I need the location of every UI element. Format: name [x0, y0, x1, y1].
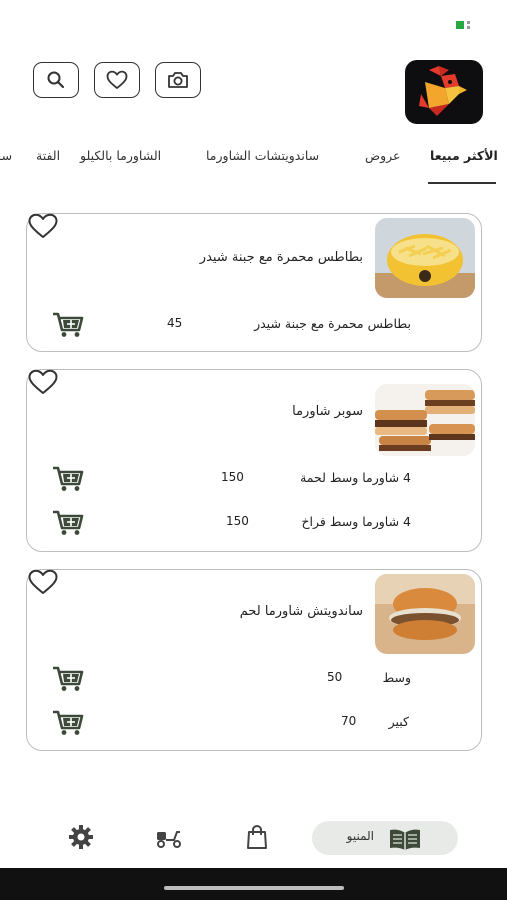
product-variant-row: 50 وسط [27, 664, 483, 694]
delivery-scooter-icon[interactable] [154, 824, 184, 850]
category-tabs: الأكثر مبيعا عروض ساندويتشات الشاورما ال… [0, 148, 507, 188]
add-to-cart-icon[interactable] [51, 310, 85, 338]
shopping-bag-icon[interactable] [242, 824, 272, 850]
variant-price: 150 [226, 514, 249, 528]
product-image-super-shawarma [375, 384, 475, 456]
camera-button[interactable] [155, 62, 201, 98]
add-to-cart-icon[interactable] [51, 464, 85, 492]
product-card[interactable]: بطاطس محمرة مع جبنة شيدر 45 بطاطس محمرة … [26, 213, 482, 352]
tab-offers[interactable]: عروض [365, 148, 401, 163]
add-to-cart-icon[interactable] [51, 664, 85, 692]
variant-name: 4 شاورما وسط فراخ [301, 514, 411, 529]
nav-menu-label: المنيو [346, 829, 374, 843]
variant-price: 45 [167, 316, 183, 330]
tab-shawarma-sandwiches[interactable]: ساندويتشات الشاورما [206, 148, 319, 163]
add-to-cart-icon[interactable] [51, 708, 85, 736]
favorite-heart-icon[interactable] [27, 368, 59, 396]
tab-more[interactable]: سـ [0, 148, 12, 163]
camera-icon [168, 72, 188, 88]
rooster-logo-icon [419, 66, 467, 116]
product-title: ساندويتش شاورما لحم [239, 604, 363, 619]
active-tab-indicator [428, 182, 496, 184]
favorites-button[interactable] [94, 62, 140, 98]
tab-best-sellers[interactable]: الأكثر مبيعا [430, 148, 498, 163]
product-variant-row: 150 4 شاورما وسط لحمة [27, 464, 483, 494]
product-variant-row: 70 كبير [27, 708, 483, 738]
system-navigation-bar [0, 868, 507, 900]
favorite-heart-icon[interactable] [27, 568, 59, 596]
add-to-cart-icon[interactable] [51, 508, 85, 536]
tab-fatta[interactable]: الفتة [36, 148, 60, 163]
tab-shawarma-by-kilo[interactable]: الشاورما بالكيلو [80, 148, 161, 163]
favorite-heart-icon[interactable] [27, 212, 59, 240]
product-title: بطاطس محمرة مع جبنة شيدر [199, 250, 363, 265]
battery-status-icon [456, 21, 470, 29]
search-icon [47, 71, 65, 89]
product-variant-row: 45 بطاطس محمرة مع جبنة شيدر [27, 310, 483, 340]
variant-price: 70 [341, 714, 357, 728]
brand-logo [405, 60, 483, 124]
variant-price: 50 [327, 670, 343, 684]
home-indicator[interactable] [164, 886, 344, 890]
heart-icon [106, 70, 128, 89]
nav-menu-tab[interactable]: المنيو [312, 821, 458, 855]
product-image-fries [375, 218, 475, 298]
variant-name: 4 شاورما وسط لحمة [300, 470, 411, 485]
variant-name: وسط [382, 670, 411, 685]
variant-price: 150 [221, 470, 244, 484]
product-variant-row: 150 4 شاورما وسط فراخ [27, 508, 483, 538]
product-card[interactable]: سوبر شاورما 150 4 شاورما وسط لحمة 150 4 … [26, 369, 482, 552]
product-card[interactable]: ساندويتش شاورما لحم 50 وسط 70 كبير [26, 569, 482, 751]
search-button[interactable] [33, 62, 79, 98]
variant-name: بطاطس محمرة مع جبنة شيدر [254, 316, 411, 331]
product-title: سوبر شاورما [292, 404, 363, 419]
product-image-shawarma-sandwich [375, 574, 475, 654]
settings-gear-icon[interactable] [68, 824, 94, 850]
menu-book-icon [390, 829, 420, 850]
bottom-navigation: المنيو [0, 808, 507, 868]
variant-name: كبير [388, 714, 409, 729]
